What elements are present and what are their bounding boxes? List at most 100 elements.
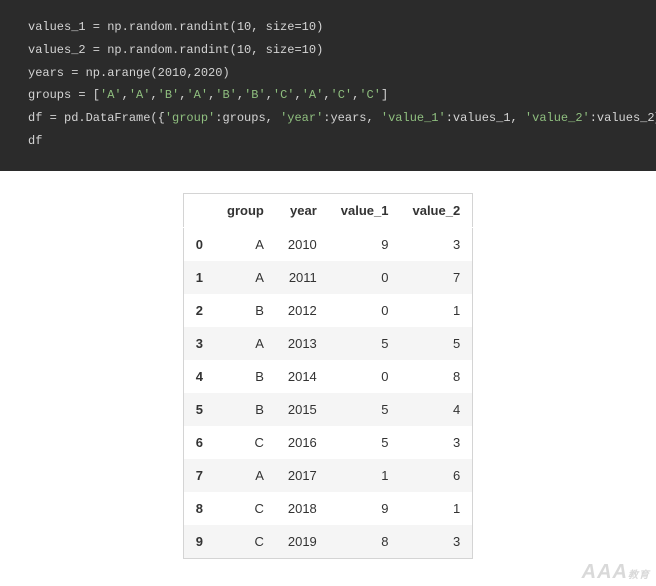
- table-cell: A: [215, 327, 276, 360]
- table-cell: 0: [329, 261, 401, 294]
- table-cell: 2015: [276, 393, 329, 426]
- code-token: 'C': [331, 88, 353, 102]
- code-token: ): [316, 20, 323, 34]
- code-token: ,: [295, 88, 302, 102]
- code-token: years = np.arange(: [28, 66, 158, 80]
- watermark: AAA教育: [582, 561, 650, 584]
- table-cell: 2016: [276, 426, 329, 459]
- table-row: 3A201355: [183, 327, 472, 360]
- code-token: 'B': [244, 88, 266, 102]
- dataframe-corner: [183, 193, 215, 227]
- code-token: ,: [266, 88, 273, 102]
- table-row: 7A201716: [183, 459, 472, 492]
- code-token: df: [28, 134, 42, 148]
- row-index: 7: [183, 459, 215, 492]
- code-token: 2020: [194, 66, 223, 80]
- column-header: year: [276, 193, 329, 227]
- table-cell: 2019: [276, 525, 329, 559]
- table-cell: C: [215, 492, 276, 525]
- code-token: 'A': [100, 88, 122, 102]
- table-cell: 5: [329, 327, 401, 360]
- code-token: groups = [: [28, 88, 100, 102]
- table-row: 4B201408: [183, 360, 472, 393]
- table-cell: 1: [400, 294, 472, 327]
- code-token: ,: [122, 88, 129, 102]
- output-area: groupyearvalue_1value_2 0A2010931A201107…: [0, 171, 656, 559]
- table-cell: A: [215, 261, 276, 294]
- table-row: 5B201554: [183, 393, 472, 426]
- code-token: , size=: [251, 43, 301, 57]
- table-cell: C: [215, 426, 276, 459]
- column-header: value_2: [400, 193, 472, 227]
- code-token: ,: [323, 88, 330, 102]
- table-cell: 5: [329, 426, 401, 459]
- code-token: ,: [150, 88, 157, 102]
- table-cell: 4: [400, 393, 472, 426]
- table-cell: 2014: [276, 360, 329, 393]
- dataframe-body: 0A2010931A2011072B2012013A2013554B201408…: [183, 227, 472, 558]
- code-token: 'value_1': [381, 111, 446, 125]
- code-token: , size=: [251, 20, 301, 34]
- table-cell: 2013: [276, 327, 329, 360]
- table-cell: 2012: [276, 294, 329, 327]
- watermark-main: AAA: [582, 561, 628, 583]
- code-cell: values_1 = np.random.randint(10, size=10…: [0, 0, 656, 171]
- table-cell: 3: [400, 227, 472, 261]
- code-token: 'value_2': [525, 111, 590, 125]
- watermark-sub: 教育: [628, 570, 650, 581]
- table-row: 6C201653: [183, 426, 472, 459]
- table-cell: 9: [329, 492, 401, 525]
- table-cell: B: [215, 393, 276, 426]
- table-row: 2B201201: [183, 294, 472, 327]
- code-token: 2010: [158, 66, 187, 80]
- table-cell: 5: [400, 327, 472, 360]
- code-token: ,: [237, 88, 244, 102]
- code-token: ]: [381, 88, 388, 102]
- table-cell: 8: [329, 525, 401, 559]
- table-cell: 0: [329, 294, 401, 327]
- code-token: :values_2}): [590, 111, 656, 125]
- code-token: 10: [237, 20, 251, 34]
- table-cell: 2018: [276, 492, 329, 525]
- code-token: :groups,: [215, 111, 280, 125]
- code-token: 'year': [280, 111, 323, 125]
- row-index: 0: [183, 227, 215, 261]
- table-cell: 5: [329, 393, 401, 426]
- table-cell: 2011: [276, 261, 329, 294]
- code-token: df = pd.DataFrame({: [28, 111, 165, 125]
- table-cell: 6: [400, 459, 472, 492]
- code-token: values_2 = np.random.randint(: [28, 43, 237, 57]
- row-index: 3: [183, 327, 215, 360]
- row-index: 1: [183, 261, 215, 294]
- code-token: ,: [186, 66, 193, 80]
- table-cell: 2010: [276, 227, 329, 261]
- row-index: 6: [183, 426, 215, 459]
- code-token: 'C': [273, 88, 295, 102]
- code-token: 10: [302, 20, 316, 34]
- code-token: ): [222, 66, 229, 80]
- table-cell: 8: [400, 360, 472, 393]
- row-index: 9: [183, 525, 215, 559]
- column-header: value_1: [329, 193, 401, 227]
- table-cell: B: [215, 294, 276, 327]
- column-header: group: [215, 193, 276, 227]
- dataframe-header: groupyearvalue_1value_2: [183, 193, 472, 227]
- code-token: 'C': [359, 88, 381, 102]
- table-cell: 3: [400, 525, 472, 559]
- code-token: 'group': [165, 111, 215, 125]
- table-cell: 1: [329, 459, 401, 492]
- code-token: values_1 = np.random.randint(: [28, 20, 237, 34]
- table-cell: 3: [400, 426, 472, 459]
- table-cell: 9: [329, 227, 401, 261]
- code-token: 'A': [302, 88, 324, 102]
- row-index: 8: [183, 492, 215, 525]
- table-cell: 0: [329, 360, 401, 393]
- table-row: 0A201093: [183, 227, 472, 261]
- table-cell: 1: [400, 492, 472, 525]
- table-cell: 7: [400, 261, 472, 294]
- code-token: 'A': [186, 88, 208, 102]
- code-token: 'A': [129, 88, 151, 102]
- row-index: 5: [183, 393, 215, 426]
- code-token: 'B': [158, 88, 180, 102]
- row-index: 2: [183, 294, 215, 327]
